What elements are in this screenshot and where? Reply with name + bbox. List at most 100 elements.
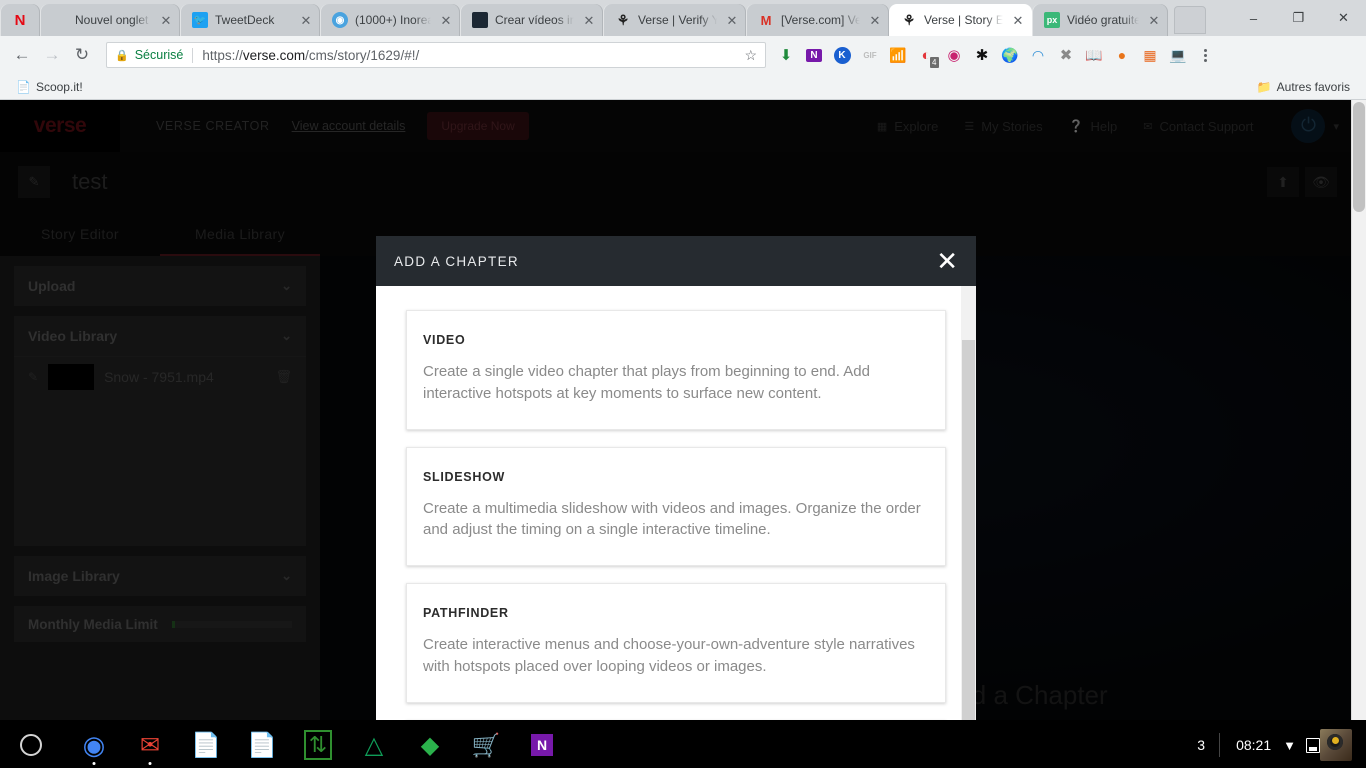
- browser-chrome: N Nouvel onglet ✕ 🐦 TweetDeck ✕ ◉ (1000+…: [0, 0, 1366, 100]
- feedly-icon[interactable]: ◆: [402, 720, 458, 768]
- tab-label: TweetDeck: [215, 13, 275, 27]
- tab-verse-story-editor[interactable]: ⚘ Verse | Story Ed ✕: [889, 4, 1032, 36]
- tab-label: Crear vídeos int: [495, 13, 574, 27]
- tab-verse-verify[interactable]: ⚘ Verse | Verify You ✕: [603, 4, 746, 36]
- close-icon[interactable]: ✕: [724, 12, 740, 28]
- tab-label: (1000+) Inoreader: [355, 13, 431, 27]
- tray-count[interactable]: 3: [1183, 737, 1219, 753]
- user-avatar[interactable]: [1320, 729, 1352, 761]
- tab-inoreader[interactable]: ◉ (1000+) Inoreader ✕: [320, 4, 460, 36]
- screen-icon[interactable]: 💻: [1164, 41, 1192, 69]
- twitter-icon: 🐦: [192, 12, 208, 28]
- modal-scrollbar-track[interactable]: [961, 286, 976, 720]
- hootsuite-icon[interactable]: ◉: [940, 41, 968, 69]
- bookmark-star-icon[interactable]: ☆: [744, 47, 757, 64]
- shuffle-app-icon[interactable]: ⇅: [290, 720, 346, 768]
- page-scrollbar-track[interactable]: [1351, 100, 1366, 720]
- close-window-button[interactable]: ✕: [1321, 1, 1366, 35]
- verse-app: verse VERSE CREATOR View account details…: [0, 100, 1351, 720]
- gif-maker-icon[interactable]: GIF: [856, 41, 884, 69]
- battery-icon[interactable]: [1306, 737, 1320, 753]
- onenote-clipper-icon[interactable]: N: [800, 41, 828, 69]
- page-scrollbar-thumb[interactable]: [1353, 102, 1365, 212]
- close-icon[interactable]: ✕: [936, 248, 958, 274]
- close-icon[interactable]: ✕: [438, 12, 454, 28]
- tab-video-gratuites[interactable]: px Vidéo gratuites ✕: [1032, 4, 1168, 36]
- play-store-icon[interactable]: 🛒: [458, 720, 514, 768]
- close-icon[interactable]: ✕: [1010, 12, 1026, 28]
- launcher-icon[interactable]: [20, 734, 42, 756]
- kami-icon[interactable]: K: [828, 41, 856, 69]
- tab-label: [Verse.com] Ver: [781, 13, 860, 27]
- browser-toolbar: ← → ↻ 🔒 Sécurisé https://verse.com/cms/s…: [0, 36, 1366, 74]
- page-viewport: verse VERSE CREATOR View account details…: [0, 100, 1366, 720]
- other-bookmarks-button[interactable]: 📁 Autres favoris: [1257, 80, 1356, 94]
- book-icon[interactable]: 📖: [1080, 41, 1108, 69]
- stack-icon[interactable]: ▦: [1136, 41, 1164, 69]
- extension-toolbar: ⬇ N K GIF 📶 ◐ 4 ◉ ✱ 🌍 ◠ ✖ 📖 ● ▦ 💻: [772, 41, 1218, 69]
- chapter-description: Create interactive menus and choose-your…: [423, 636, 915, 675]
- chapter-option-video[interactable]: VIDEO Create a single video chapter that…: [406, 310, 946, 430]
- tab-label: Verse | Story Ed: [924, 13, 1003, 27]
- reload-button[interactable]: ↻: [68, 41, 96, 69]
- chapter-title: VIDEO: [423, 333, 466, 347]
- rss-feed-icon[interactable]: 📶: [884, 41, 912, 69]
- scissors-icon[interactable]: ✖: [1052, 41, 1080, 69]
- close-icon[interactable]: ✕: [1146, 12, 1162, 28]
- other-bookmarks-label: Autres favoris: [1276, 79, 1350, 94]
- back-button[interactable]: ←: [8, 41, 36, 69]
- minimize-button[interactable]: –: [1231, 1, 1276, 35]
- maximize-button[interactable]: ❐: [1276, 1, 1321, 35]
- tab-nouvel-onglet[interactable]: Nouvel onglet ✕: [40, 4, 180, 36]
- chapter-option-pathfinder[interactable]: PATHFINDER Create interactive menus and …: [406, 583, 946, 703]
- badge-count: 4: [929, 57, 939, 68]
- bookmark-scoop-it[interactable]: 📄 Scoop.it!: [10, 78, 89, 96]
- url-domain: verse.com: [242, 47, 306, 63]
- window-controls: – ❐ ✕: [1231, 0, 1366, 36]
- pocket-icon[interactable]: ◐ 4: [912, 41, 940, 69]
- tab-crear-videos[interactable]: Crear vídeos int ✕: [460, 4, 603, 36]
- page-icon: 📄: [16, 79, 31, 94]
- download-manager-icon[interactable]: ⬇: [772, 41, 800, 69]
- tab-netflix[interactable]: N: [0, 4, 40, 36]
- modal-title: ADD A CHAPTER: [394, 253, 519, 269]
- chrome-menu-button[interactable]: [1192, 41, 1218, 69]
- verse-icon: ⚘: [902, 11, 916, 28]
- wifi-icon[interactable]: ▼: [1283, 738, 1306, 753]
- close-icon[interactable]: ✕: [298, 12, 314, 28]
- new-tab-button[interactable]: [1174, 6, 1206, 34]
- chrome-icon[interactable]: ◉: [66, 720, 122, 768]
- pexels-icon: px: [1044, 12, 1060, 28]
- forward-button[interactable]: →: [38, 41, 66, 69]
- secure-label: Sécurisé: [134, 48, 184, 62]
- omnibox-divider: [192, 47, 194, 63]
- folder-icon: 📁: [1256, 79, 1272, 94]
- tray-clock[interactable]: 08:21: [1220, 737, 1283, 753]
- google-drive-icon[interactable]: △: [346, 720, 402, 768]
- google-slides-icon[interactable]: 📄: [234, 720, 290, 768]
- chapter-option-slideshow[interactable]: SLIDESHOW Create a multimedia slideshow …: [406, 446, 946, 566]
- modal-scrollbar-thumb[interactable]: [962, 340, 975, 720]
- onenote-icon[interactable]: N: [514, 720, 570, 768]
- url-path: /cms/story/1629/#!/: [305, 47, 420, 63]
- tab-tweetdeck[interactable]: 🐦 TweetDeck ✕: [180, 4, 320, 36]
- blank-icon: [52, 12, 68, 28]
- gmail-icon: M: [760, 12, 772, 28]
- cast-icon[interactable]: ◠: [1024, 41, 1052, 69]
- url-prefix: https://: [202, 47, 243, 63]
- chapter-title: PATHFINDER: [423, 606, 509, 620]
- address-bar[interactable]: 🔒 Sécurisé https://verse.com/cms/story/1…: [106, 42, 766, 68]
- tab-label: Vidéo gratuites: [1067, 13, 1139, 27]
- close-icon[interactable]: ✕: [867, 12, 883, 28]
- star-extension-icon[interactable]: ✱: [968, 41, 996, 69]
- system-tray: 3 08:21 ▼: [1183, 729, 1356, 761]
- brain-icon[interactable]: ●: [1108, 41, 1136, 69]
- tab-verse-mail[interactable]: M [Verse.com] Ver ✕: [746, 4, 889, 36]
- os-taskbar: ◉ ✉ 📄 📄 ⇅ △ ◆ 🛒 N 3 08:21 ▼: [0, 720, 1366, 768]
- google-docs-icon[interactable]: 📄: [178, 720, 234, 768]
- gmail-icon[interactable]: ✉: [122, 720, 178, 768]
- chapter-title: SLIDESHOW: [423, 469, 505, 484]
- close-icon[interactable]: ✕: [158, 12, 174, 28]
- close-icon[interactable]: ✕: [581, 12, 597, 28]
- turtle-icon[interactable]: 🌍: [996, 41, 1024, 69]
